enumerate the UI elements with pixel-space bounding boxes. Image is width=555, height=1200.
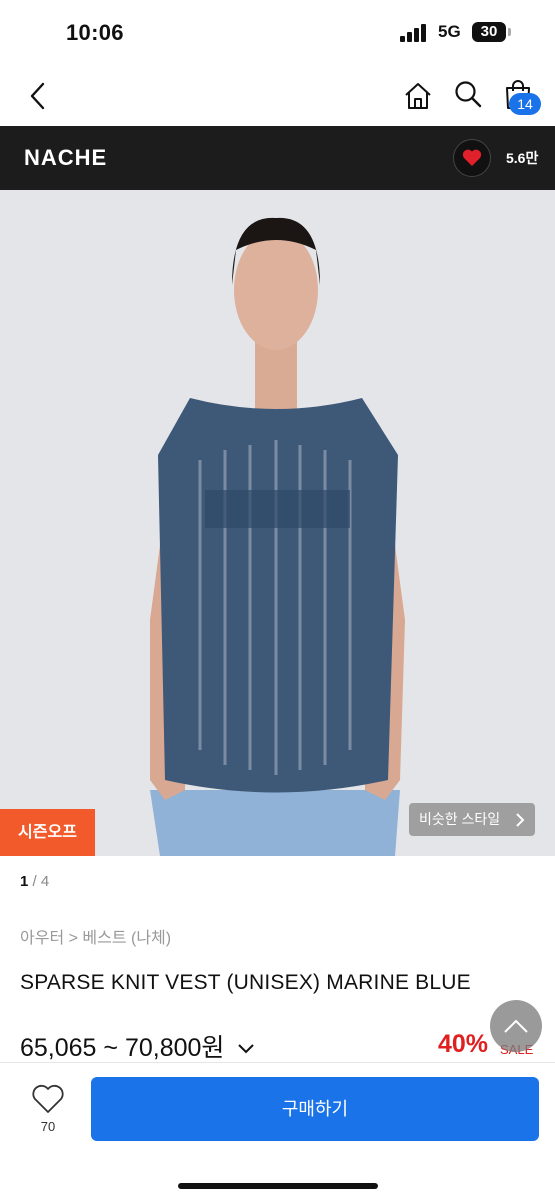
brand-bar: NACHE 5.6만 xyxy=(0,126,555,190)
heart-outline-icon xyxy=(32,1084,64,1113)
product-image[interactable] xyxy=(0,190,555,856)
home-icon xyxy=(405,83,431,109)
search-icon xyxy=(455,81,482,108)
price-row[interactable]: 65,065 ~ 70,800원 xyxy=(20,1028,255,1064)
status-bar: 10:06 5G 30 xyxy=(0,0,555,66)
status-time: 10:06 xyxy=(66,20,124,45)
cart-count-badge: 14 xyxy=(509,93,541,115)
wish-count: 70 xyxy=(40,1119,56,1134)
pager-total: 4 xyxy=(40,873,50,890)
buy-button[interactable]: 구매하기 xyxy=(91,1077,539,1141)
product-price: 65,065 ~ 70,800원 xyxy=(20,1034,225,1062)
brand-name[interactable]: NACHE xyxy=(24,145,107,171)
network-type: 5G xyxy=(438,22,461,41)
chevron-up-icon xyxy=(504,1019,528,1033)
battery-tip xyxy=(508,28,511,36)
wish-button[interactable] xyxy=(30,1083,66,1115)
signal-icon xyxy=(400,24,428,42)
back-button[interactable] xyxy=(20,78,56,114)
chevron-down-icon xyxy=(238,1044,255,1054)
similar-style-button[interactable]: 비슷한 스타일 xyxy=(409,803,535,836)
image-pager: 1 / 4 xyxy=(20,873,49,890)
category-breadcrumb[interactable]: 아우터 > 베스트 (나체) xyxy=(20,924,171,948)
pager-separator: / xyxy=(28,873,41,890)
search-button[interactable] xyxy=(450,76,486,112)
product-title: SPARSE KNIT VEST (UNISEX) MARINE BLUE xyxy=(20,971,471,994)
similar-style-label: 비슷한 스타일 xyxy=(419,811,501,827)
scroll-to-top-button[interactable] xyxy=(490,1000,542,1052)
season-off-badge: 시즌오프 xyxy=(0,809,95,856)
back-icon xyxy=(30,82,45,110)
brand-like-count: 5.6만 xyxy=(506,150,539,166)
home-button[interactable] xyxy=(400,78,436,114)
brand-like-button[interactable] xyxy=(453,139,491,177)
battery-icon: 30 xyxy=(472,22,506,42)
discount-rate: 40% xyxy=(438,1030,489,1058)
top-nav xyxy=(0,66,555,126)
chevron-right-icon xyxy=(515,803,525,836)
heart-icon xyxy=(462,149,482,166)
product-photo xyxy=(0,190,555,856)
home-indicator xyxy=(178,1183,378,1189)
